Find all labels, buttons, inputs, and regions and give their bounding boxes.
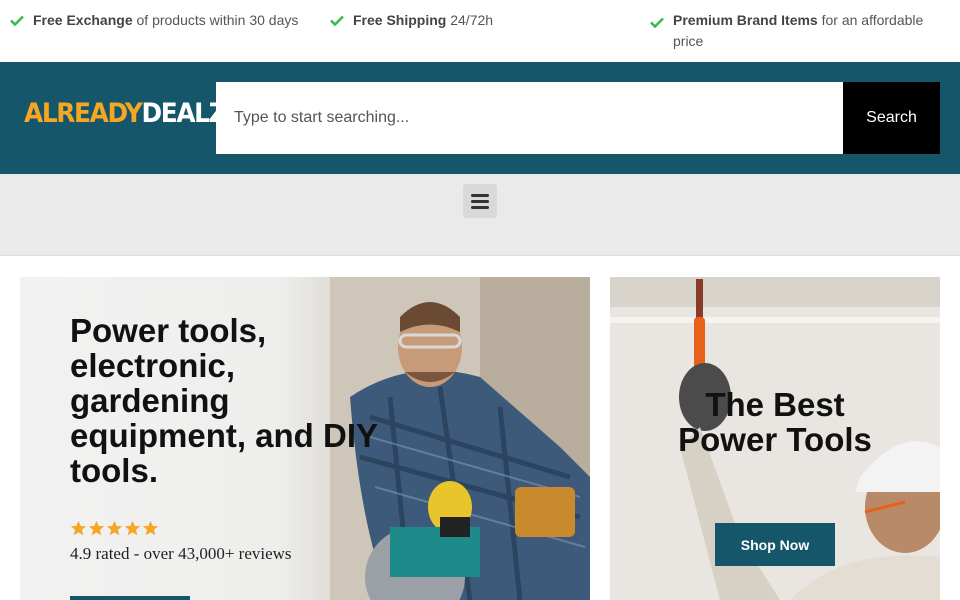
shop-now-button[interactable]: Shop Now <box>715 523 835 566</box>
benefit-text: Premium Brand Items for an affordable pr… <box>673 12 924 49</box>
hero-headline: Power tools, electronic, gardening equip… <box>70 312 378 489</box>
star-icon <box>124 520 141 536</box>
benefit-text: Free Exchange of products within 30 days <box>33 12 299 28</box>
search-button[interactable]: Search <box>843 82 940 154</box>
site-header: ALREADYDEALZ Search <box>0 62 960 174</box>
rating-stars <box>70 520 159 537</box>
rating-text: 4.9 rated - over 43,000+ reviews <box>70 544 292 563</box>
star-icon <box>70 520 87 536</box>
star-icon <box>88 520 105 536</box>
benefit-free-exchange: Free Exchange of products within 30 days <box>10 10 298 31</box>
logo-part-already: ALREADY <box>24 98 143 129</box>
benefit-free-shipping: Free Shipping 24/72h <box>330 10 493 31</box>
benefit-premium-brand: Premium Brand Items for an affordable pr… <box>650 10 940 52</box>
benefits-bar: Free Exchange of products within 30 days… <box>0 0 960 62</box>
check-icon <box>330 10 344 31</box>
hero-banner-side: The Best Power Tools Shop Now <box>610 277 940 600</box>
hero-cta-button[interactable] <box>70 596 190 600</box>
check-icon <box>10 10 24 31</box>
site-logo[interactable]: ALREADYDEALZ <box>24 98 227 129</box>
side-banner-headline: The Best Power Tools <box>678 386 872 458</box>
benefit-text: Free Shipping 24/72h <box>353 12 494 28</box>
star-icon <box>142 520 159 536</box>
logo-part-dealz: DEALZ <box>141 98 227 129</box>
hero-banner-main: Power tools, electronic, gardening equip… <box>20 277 590 600</box>
hamburger-menu-icon[interactable] <box>463 184 497 218</box>
navigation-bar <box>0 174 960 256</box>
search-input[interactable] <box>216 82 843 154</box>
star-icon <box>106 520 123 536</box>
check-icon <box>650 12 664 33</box>
